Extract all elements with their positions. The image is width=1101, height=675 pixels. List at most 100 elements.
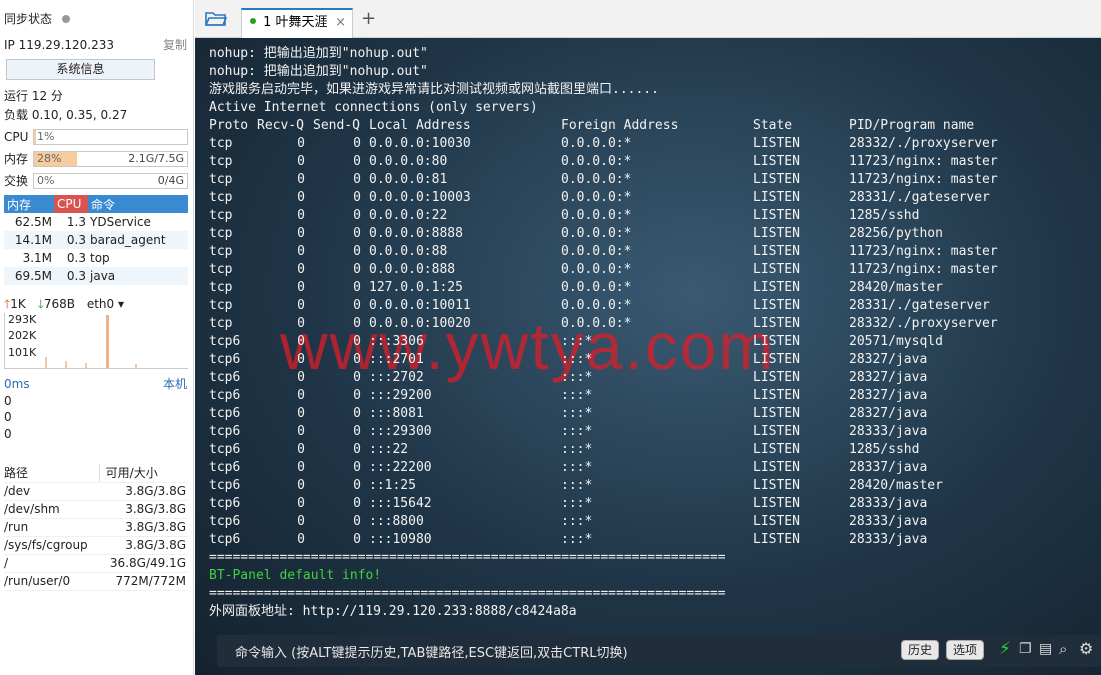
netstat-header: Proto Recv-Q Send-Q Local Address Foreign Ad… (209, 117, 1089, 135)
col-path: 路径 (4, 464, 100, 483)
netstat-row: tcp 0 0 0.0.0.0:80 0.0.0.0:* LISTEN 11723/ngin… (209, 153, 1089, 171)
terminal-line: Active Internet connections (only server… (209, 100, 538, 115)
cell: tcp (209, 208, 233, 223)
cell: 0 (297, 370, 305, 385)
cell: LISTEN (753, 532, 800, 547)
cell: 28333/java (849, 514, 928, 529)
cell: 0 (353, 352, 361, 367)
ping-host-select[interactable]: 本机 (163, 376, 187, 392)
mem-meter: 28% 2.1G/7.5G (33, 151, 188, 167)
cell: 0 (297, 478, 305, 493)
process-command: top (90, 251, 110, 265)
cell: 11723/nginx: master (849, 244, 998, 259)
ping-row: 0 (4, 394, 12, 408)
ping-row: 0 (4, 427, 12, 441)
graph-tick: 293K (8, 313, 37, 326)
status-dot-icon (61, 15, 70, 23)
search-icon[interactable]: ⌕ (1059, 640, 1067, 658)
cell: 0 (297, 496, 305, 511)
cell: 28333/java (849, 424, 928, 439)
tab-bar: 1 叶舞天涯 × + (195, 0, 1101, 38)
cell: 0.0.0.0:* (561, 244, 632, 259)
disk-row[interactable]: /sys/fs/cgroup 3.8G/3.8G (4, 536, 188, 555)
chevron-down-icon[interactable]: ▾ (114, 297, 124, 311)
process-row[interactable]: 62.5M 1.3 YDService (4, 213, 188, 231)
options-button[interactable]: 选项 (946, 640, 985, 660)
cell: 28420/master (849, 478, 943, 493)
cell: LISTEN (753, 226, 800, 241)
process-row[interactable]: 3.1M 0.3 top (4, 249, 188, 267)
col-size: 可用/大小 (99, 464, 188, 483)
cell: LISTEN (753, 334, 800, 349)
process-cpu: 0.3 (54, 267, 88, 285)
sync-status: 同步状态 (4, 11, 187, 27)
cell: 0.0.0.0:8888 (369, 226, 463, 241)
tab-session-1[interactable]: 1 叶舞天涯 × (241, 8, 353, 38)
cell: 0 (353, 226, 361, 241)
copy-icon[interactable]: ❐ (1019, 641, 1032, 657)
swap-percent: 0% (37, 174, 55, 187)
cell: :::* (561, 406, 593, 421)
cell: LISTEN (753, 514, 800, 529)
net-interface-select[interactable]: eth0 (87, 297, 114, 311)
cell: :::* (561, 334, 593, 349)
command-input[interactable]: 命令输入 (按ALT键提示历史,TAB键路径,ESC键返回,双击CTRL切换) (235, 642, 628, 661)
process-cpu: 1.3 (66, 215, 86, 229)
folder-icon[interactable] (204, 10, 228, 26)
cell: LISTEN (753, 136, 800, 151)
cell: 28332/./proxyserver (849, 136, 998, 151)
cell: 0 (353, 190, 361, 205)
cell: :::* (561, 514, 593, 529)
disk-row[interactable]: /run 3.8G/3.8G (4, 518, 188, 537)
col-command[interactable]: 命令 (88, 195, 188, 213)
copy-button[interactable]: 复制 (163, 37, 187, 53)
close-icon[interactable]: × (335, 10, 346, 36)
cell: 0 (297, 406, 305, 421)
history-button[interactable]: 历史 (901, 640, 940, 660)
cell: tcp6 (209, 478, 241, 493)
cell: tcp6 (209, 442, 241, 457)
disk-row[interactable]: /36.8G/49.1G (4, 554, 188, 573)
cell: 28327/java (849, 406, 928, 421)
cell: 28327/java (849, 388, 928, 403)
disk-row[interactable]: /dev/shm 3.8G/3.8G (4, 500, 188, 519)
panel-address-line: 外网面板地址: http://119.29.120.233:8888/c8424… (209, 604, 577, 619)
net-down: 768B (43, 297, 75, 311)
paste-icon[interactable]: ▤ (1039, 641, 1052, 657)
cell: :::* (561, 532, 593, 547)
cpu-label: CPU (4, 130, 29, 144)
cell: 0.0.0.0:22 (369, 208, 448, 223)
disk-row[interactable]: /dev 3.8G/3.8G (4, 482, 188, 501)
cell: tcp6 (209, 352, 241, 367)
cell: 0.0.0.0:80 (369, 154, 448, 169)
col-mem[interactable]: 内存 (4, 195, 54, 213)
disk-row[interactable]: /run/user/0 772M/772M (4, 572, 188, 591)
separator-line: ========================================… (209, 550, 726, 565)
cell: 28327/java (849, 352, 928, 367)
cell: tcp (209, 136, 233, 151)
cell: 0 (297, 190, 305, 205)
netstat-row: tcp6 0 0:::15642:::* LISTEN 28333/java (209, 495, 1089, 513)
cell: 0 (353, 478, 361, 493)
netstat-row: tcp6 0 0:::3306:::* LISTEN 20571/mysqld (209, 333, 1089, 351)
netstat-row: tcp 0 0 0.0.0.0:10003 0.0.0.0:* LISTEN 28331/.… (209, 189, 1089, 207)
col-cpu[interactable]: CPU (54, 195, 88, 213)
add-tab-icon[interactable]: + (361, 8, 376, 30)
cell: 0 (353, 388, 361, 403)
process-row[interactable]: 14.1M 0.3 barad_agent (4, 231, 188, 249)
netstat-row: tcp6 0 0:::8081:::* LISTEN 28327/java (209, 405, 1089, 423)
cell: 0 (353, 460, 361, 475)
gear-icon[interactable]: ⚙ (1079, 639, 1093, 658)
cell: 20571/mysqld (849, 334, 943, 349)
lightning-icon[interactable]: ⚡ (999, 639, 1011, 659)
netstat-row: tcp6 0 0:::2701:::* LISTEN 28327/java (209, 351, 1089, 369)
cell: 0 (297, 172, 305, 187)
terminal[interactable]: www.ywtya.com nohup: 把输出追加到"nohup.out" no… (195, 38, 1101, 675)
ping-row: 0 (4, 410, 12, 424)
mem-size: 2.1G/7.5G (128, 152, 184, 165)
disk-size: 3.8G/3.8G (99, 482, 188, 501)
process-row[interactable]: 69.5M 0.3 java (4, 267, 188, 285)
cell: 0.0.0.0:88 (369, 244, 448, 259)
cell: :::29300 (369, 424, 432, 439)
system-info-button[interactable]: 系统信息 (6, 59, 155, 80)
